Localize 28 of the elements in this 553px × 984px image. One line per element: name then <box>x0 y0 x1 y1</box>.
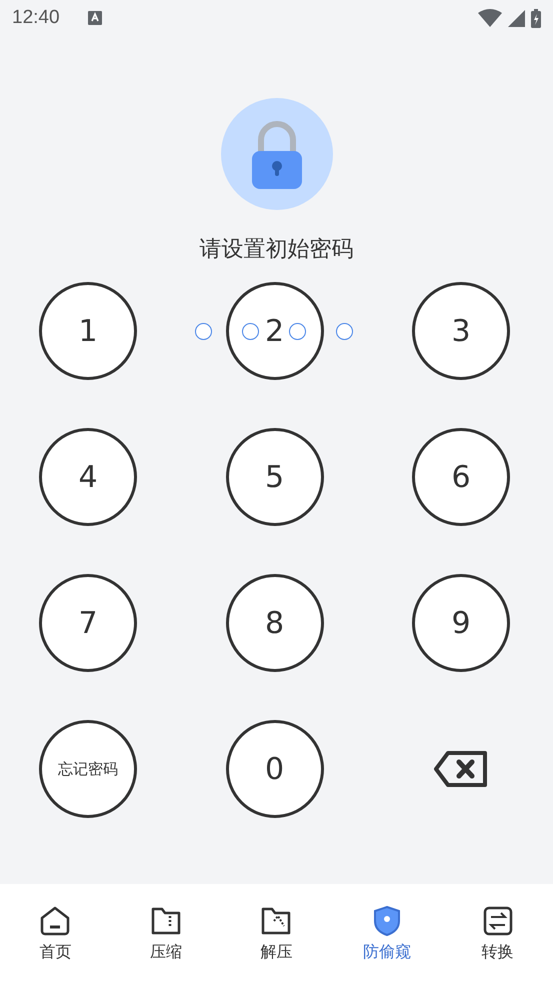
wifi-icon <box>478 9 502 27</box>
digit-key[interactable]: 2 <box>226 282 324 380</box>
nav-tab[interactable]: 首页 <box>15 906 96 962</box>
digit-key[interactable]: 1 <box>39 282 137 380</box>
nav-tab[interactable]: 压缩 <box>126 906 206 962</box>
open-folder-icon <box>260 906 292 936</box>
digit-key[interactable]: 0 <box>226 720 324 818</box>
forgot-password-key[interactable]: 忘记密码 <box>39 720 137 818</box>
digit-key[interactable]: 8 <box>226 574 324 672</box>
digit-key[interactable]: 5 <box>226 428 324 526</box>
home-icon <box>39 906 72 936</box>
battery-icon <box>531 8 541 28</box>
digit-key[interactable]: 9 <box>412 574 510 672</box>
backspace-icon[interactable] <box>434 751 488 787</box>
digit-key[interactable]: 6 <box>412 428 510 526</box>
nav-tab[interactable]: 转换 <box>458 906 538 962</box>
padlock-icon <box>220 98 332 210</box>
signal-icon <box>508 10 525 26</box>
status-time: 12:40 <box>12 7 60 29</box>
digit-key[interactable]: 3 <box>412 282 510 380</box>
digit-key[interactable]: 4 <box>39 428 137 526</box>
digit-key[interactable]: 7 <box>39 574 137 672</box>
nav-tab[interactable]: 解压 <box>236 906 316 962</box>
nav-tab[interactable]: 防偷窥 <box>347 906 428 962</box>
zip-folder-icon <box>150 906 182 936</box>
keyboard-icon <box>88 11 102 25</box>
convert-icon <box>482 906 514 936</box>
prompt-title: 请设置初始密码 <box>198 236 354 264</box>
